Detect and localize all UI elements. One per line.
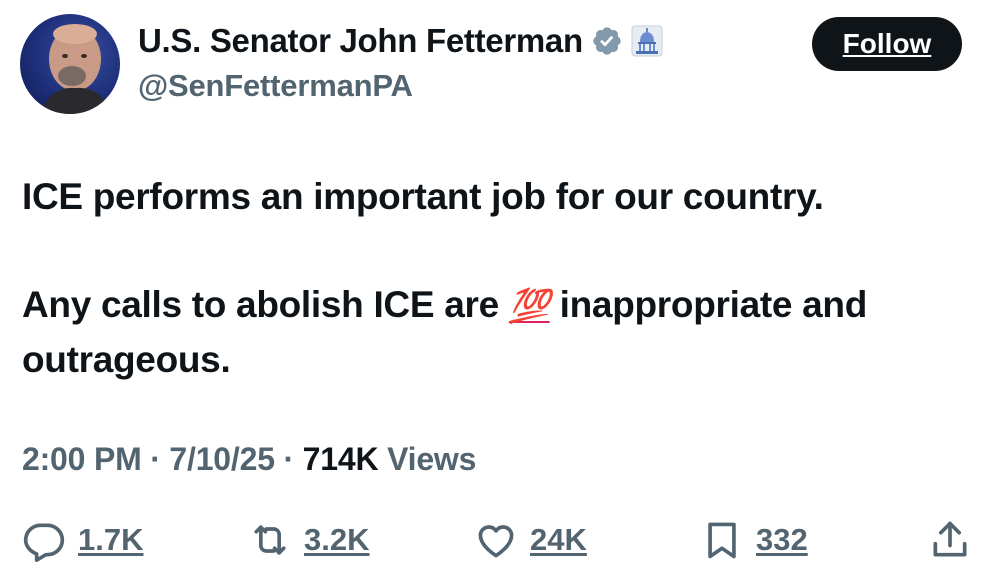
tweet-time[interactable]: 2:00 PM (22, 441, 142, 477)
repost-count: 3.2K (304, 522, 370, 557)
capitol-dome-icon[interactable] (631, 25, 663, 57)
reply-count: 1.7K (78, 522, 144, 557)
tweet-line-3: outrageous. (22, 339, 231, 380)
verified-badge-icon[interactable] (591, 25, 623, 57)
reply-icon (23, 523, 65, 562)
views-label: Views (387, 441, 477, 477)
share-icon (933, 521, 967, 557)
tweet-line-1: ICE performs an important job for our co… (22, 176, 824, 217)
repost-icon (254, 525, 286, 555)
share-button[interactable] (928, 510, 972, 570)
tweet-meta: 2:00 PM · 7/10/25 · 714K Views (22, 441, 476, 478)
bookmark-count: 332 (756, 522, 808, 557)
author-display-name[interactable]: U.S. Senator John Fetterman (138, 22, 583, 60)
like-count: 24K (530, 522, 587, 557)
author-name-row: U.S. Senator John Fetterman (138, 22, 663, 60)
repost-button[interactable]: 3.2K (248, 510, 369, 570)
bookmark-icon (708, 522, 736, 559)
profile-photo (40, 24, 112, 114)
follow-button[interactable]: Follow (812, 17, 962, 71)
like-button[interactable]: 24K (474, 510, 587, 570)
hundred-points-emoji-icon: 💯 (508, 287, 550, 324)
action-bar: 1.7K 3.2K 24K 332 (0, 510, 1000, 570)
tweet-line-2-start: Any calls to abolish ICE are (22, 284, 509, 325)
tweet-date[interactable]: 7/10/25 (169, 441, 275, 477)
heart-icon (478, 525, 514, 558)
avatar[interactable] (20, 14, 120, 114)
tweet-text: ICE performs an important job for our co… (22, 170, 972, 387)
views-count: 714K (302, 441, 379, 477)
meta-separator: · (283, 441, 295, 477)
tweet-line-2: Any calls to abolish ICE are 💯 inappropr… (22, 278, 972, 333)
author-handle[interactable]: @SenFettermanPA (138, 68, 413, 104)
bookmark-button[interactable]: 332 (700, 510, 808, 570)
meta-separator: · (150, 441, 161, 477)
reply-button[interactable]: 1.7K (22, 510, 143, 570)
tweet-line-2-end: inappropriate and (549, 284, 868, 325)
